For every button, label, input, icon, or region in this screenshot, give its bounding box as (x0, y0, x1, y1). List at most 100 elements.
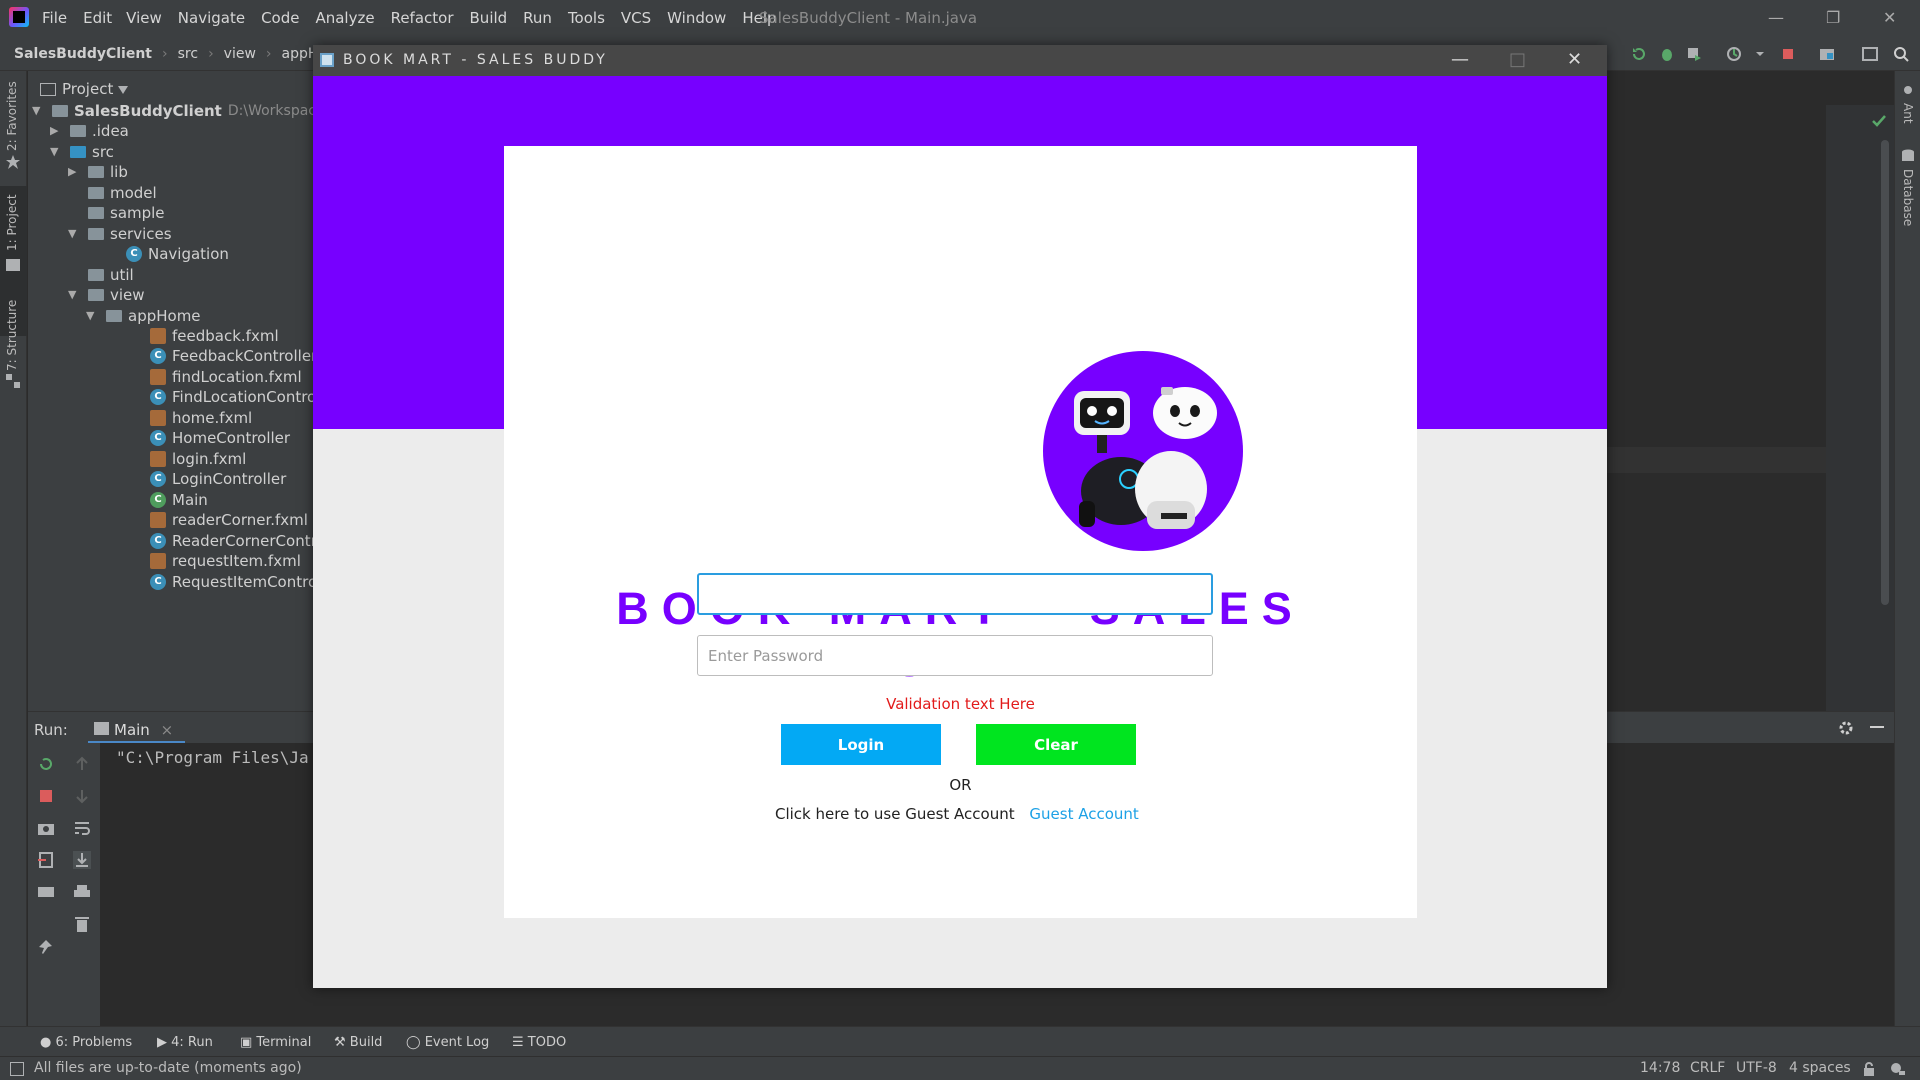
trash-icon[interactable] (73, 915, 91, 933)
close-icon[interactable]: × (161, 721, 174, 739)
username-input[interactable] (697, 573, 1213, 615)
guest-account-link[interactable]: Guest Account (1029, 805, 1138, 823)
tree-item[interactable]: C RequestItemControlle (150, 569, 335, 594)
or-divider: OR (949, 776, 972, 794)
file-encoding[interactable]: UTF-8 (1736, 1060, 1777, 1076)
rerun-icon[interactable] (37, 755, 55, 773)
coverage-icon[interactable] (1686, 46, 1702, 62)
menu-edit[interactable]: Edit (83, 9, 112, 27)
todo-icon: ☰ (512, 1035, 528, 1050)
structure-icon (6, 374, 20, 388)
breadcrumb-project[interactable]: SalesBuddyClient (14, 46, 152, 62)
ide-close-icon[interactable]: ✕ (1883, 8, 1896, 27)
tool-favorites[interactable]: 2: Favorites (5, 81, 19, 151)
tab-build[interactable]: ⚒ Build (334, 1035, 382, 1050)
tree-item[interactable]: C Navigation (126, 241, 229, 266)
menu-window[interactable]: Window (667, 9, 726, 27)
camera-icon[interactable] (37, 819, 55, 837)
caret-position[interactable]: 14:78 (1640, 1060, 1680, 1076)
menu-build[interactable]: Build (470, 9, 508, 27)
layout-icon[interactable] (1862, 46, 1878, 62)
status-message: All files are up-to-date (moments ago) (34, 1060, 302, 1076)
app-close-icon[interactable]: ✕ (1567, 49, 1582, 70)
chevron-down-icon[interactable] (1752, 46, 1768, 62)
tool-project[interactable]: 1: Project (5, 194, 19, 251)
fxml-file-icon (150, 511, 166, 528)
line-separator[interactable]: CRLF (1690, 1060, 1725, 1076)
main-class-icon: C (150, 491, 166, 508)
tool-ant[interactable]: Ant (1901, 103, 1915, 124)
login-button[interactable]: Login (781, 724, 941, 765)
menu-navigate[interactable]: Navigate (178, 9, 245, 27)
menu-run[interactable]: Run (523, 9, 552, 27)
stop-icon[interactable] (1780, 46, 1796, 62)
rerun-icon[interactable] (1631, 46, 1647, 62)
gear-icon[interactable] (1838, 720, 1854, 736)
chevron-down-icon[interactable]: ▼ (86, 309, 100, 322)
stop-icon[interactable] (37, 787, 55, 805)
folder-icon (106, 309, 122, 322)
tool-database[interactable]: Database (1901, 169, 1915, 226)
clear-button[interactable]: Clear (976, 724, 1136, 765)
minimize-icon[interactable] (1870, 726, 1884, 728)
inspector-icon[interactable] (1890, 1062, 1906, 1076)
panel-toggle-icon[interactable] (10, 1062, 24, 1076)
arrow-up-icon[interactable] (73, 755, 91, 773)
menu-refactor[interactable]: Refactor (391, 9, 454, 27)
indent-setting[interactable]: 4 spaces (1789, 1060, 1851, 1076)
tab-build-label: Build (349, 1035, 383, 1050)
tool-structure[interactable]: 7: Structure (5, 300, 19, 371)
tab-event-log[interactable]: ◯ Event Log (406, 1035, 489, 1050)
tab-run-label: 4: Run (171, 1035, 213, 1050)
menu-vcs[interactable]: VCS (621, 9, 651, 27)
chevron-down-icon[interactable]: ▼ (68, 227, 82, 240)
chevron-right-icon[interactable]: ▶ (50, 124, 64, 137)
folder-icon (88, 186, 104, 199)
class-icon: C (150, 573, 166, 590)
password-input[interactable] (697, 635, 1213, 676)
debug-icon[interactable] (1659, 46, 1675, 62)
tree-item-label: sample (110, 203, 165, 222)
tab-problems[interactable]: ● 6: Problems (40, 1035, 132, 1050)
white-robot-grille (1161, 513, 1187, 519)
dark-robot-neck (1097, 435, 1107, 453)
white-robot-eye (1190, 405, 1200, 417)
folder-icon (88, 165, 104, 178)
pin-icon[interactable] (37, 938, 55, 956)
tab-todo[interactable]: ☰ TODO (512, 1035, 566, 1050)
run-tab-main[interactable]: Main × (88, 712, 186, 744)
project-panel-title[interactable]: Project (62, 80, 113, 98)
arrow-down-icon[interactable] (73, 787, 91, 805)
menu-code[interactable]: Code (261, 9, 299, 27)
chevron-down-icon[interactable]: ▼ (32, 104, 46, 117)
project-structure-icon[interactable] (1819, 46, 1835, 62)
menu-tools[interactable]: Tools (568, 9, 605, 27)
console-icon (94, 722, 109, 735)
search-icon[interactable] (1893, 46, 1909, 62)
breadcrumb-src[interactable]: src (178, 46, 198, 62)
app-maximize-icon[interactable]: □ (1509, 49, 1526, 70)
breadcrumb-view[interactable]: view (224, 46, 256, 62)
menu-file[interactable]: File (42, 9, 67, 27)
app-minimize-icon[interactable]: — (1451, 49, 1469, 70)
tab-terminal[interactable]: ▣ Terminal (240, 1035, 311, 1050)
scroll-to-end-icon[interactable] (73, 851, 91, 869)
chevron-right-icon[interactable]: ▶ (68, 165, 82, 178)
chevron-down-icon[interactable]: ▼ (50, 145, 64, 158)
editor-scrollbar[interactable] (1881, 140, 1889, 605)
layout-icon[interactable] (37, 883, 55, 901)
menu-analyze[interactable]: Analyze (315, 9, 374, 27)
ide-minimize-icon[interactable]: — (1768, 8, 1784, 27)
chevron-down-icon[interactable] (118, 86, 128, 94)
menu-view[interactable]: View (126, 9, 162, 27)
ide-restore-icon[interactable]: ❐ (1826, 8, 1840, 27)
profile-icon[interactable] (1726, 46, 1742, 62)
print-icon[interactable] (73, 883, 91, 901)
tree-item-label: Main (172, 490, 208, 509)
ide-menubar: File Edit View Navigate Code Analyze Ref… (0, 0, 1920, 37)
lock-icon[interactable] (1862, 1062, 1876, 1076)
tab-run[interactable]: ▶ 4: Run (157, 1035, 213, 1050)
exit-icon[interactable] (37, 851, 55, 869)
chevron-down-icon[interactable]: ▼ (68, 288, 82, 301)
soft-wrap-icon[interactable] (73, 819, 91, 837)
